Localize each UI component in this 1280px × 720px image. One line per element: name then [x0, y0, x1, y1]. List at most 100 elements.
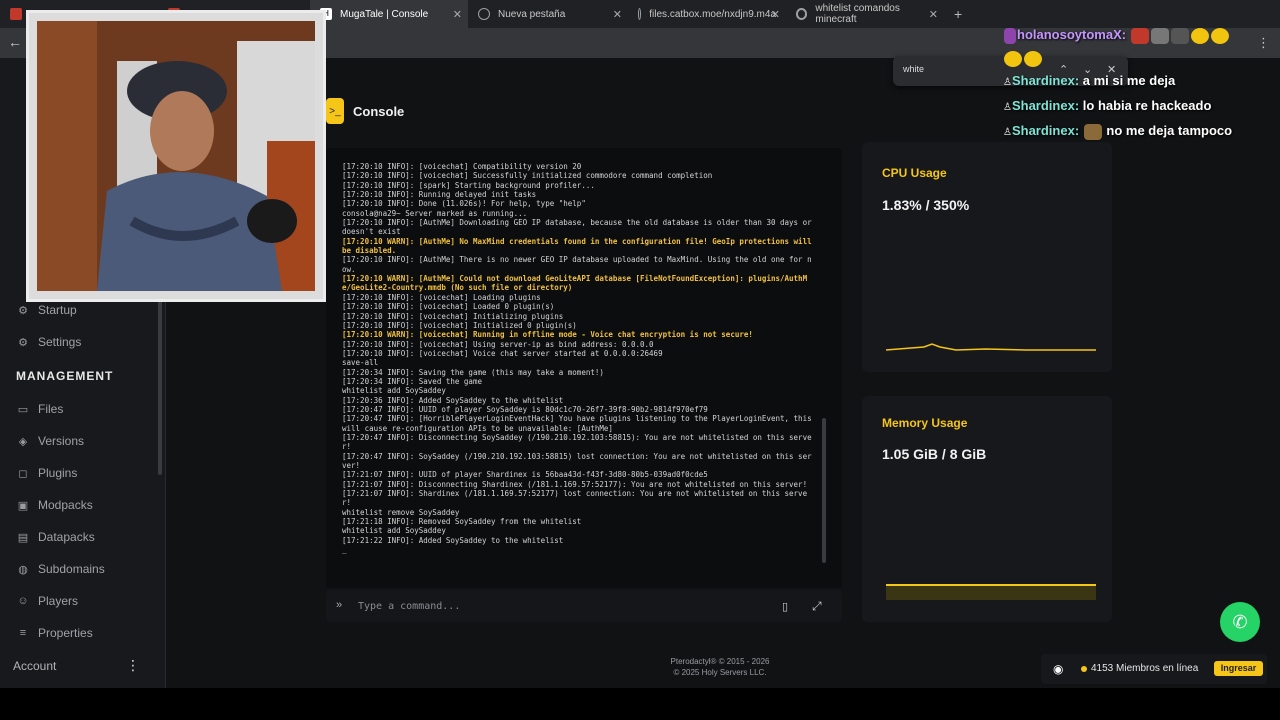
console-scrollbar[interactable]: [822, 418, 826, 563]
expand-icon[interactable]: ⤢: [812, 599, 822, 614]
emote-icon: [1210, 27, 1229, 44]
console-lines: [17:20:10 INFO]: [voicechat] Compatibili…: [342, 162, 816, 554]
console-line: [17:20:10 INFO]: [voicechat] Compatibili…: [342, 162, 582, 171]
discord-join-button[interactable]: Ingresar: [1214, 661, 1263, 676]
close-icon[interactable]: ✕: [771, 8, 780, 21]
command-input[interactable]: [358, 596, 758, 616]
console-line: [17:20:10 INFO]: [voicechat] Voice chat …: [342, 348, 663, 358]
chat-username: holanosoytomaX:: [1017, 27, 1127, 42]
console-line: [17:21:18 INFO]: Removed SoySaddey from …: [342, 517, 582, 527]
sidebar-item-players[interactable]: ☺ Players: [16, 591, 78, 611]
browser-tab[interactable]: files.catbox.moe/nxdjn9.m4a ✕: [628, 0, 786, 28]
chat-message: no me deja tampoco: [1106, 123, 1233, 138]
cpu-usage-card: CPU Usage 1.83% / 350%: [862, 142, 1112, 372]
tab-label: files.catbox.moe/nxdjn9.m4a: [649, 8, 776, 20]
console-line: consola@na29~ Server marked as running..…: [342, 208, 528, 218]
google-icon: [796, 8, 808, 20]
webcam-overlay: [26, 10, 326, 302]
memory-usage-graph: [886, 584, 1096, 600]
datapack-icon: ▤: [17, 531, 29, 544]
chat-username: Shardinex:: [1011, 98, 1080, 113]
sidebar-item-startup[interactable]: ⚙ Startup: [16, 300, 77, 320]
sidebar-item-label: Players: [38, 594, 79, 608]
webcam-feed: [37, 21, 315, 291]
sidebar-item-subdomains[interactable]: ◍ Subdomains: [16, 559, 105, 579]
properties-icon: ≡: [19, 627, 27, 639]
emote-icon: [1170, 27, 1189, 44]
console-line: [17:20:10 INFO]: [voicechat] Initializin…: [342, 311, 564, 321]
folder-icon: ▭: [17, 403, 29, 416]
sidebar-item-datapacks[interactable]: ▤ Datapacks: [16, 527, 95, 547]
sidebar-item-label: Startup: [38, 303, 77, 317]
settings-icon: ⚙: [18, 336, 28, 349]
console-line: [17:21:07 INFO]: UUID of player Shardine…: [342, 470, 708, 480]
footer-line: Pterodactyl® © 2015 - 2026: [670, 657, 770, 666]
console-line: [17:20:10 WARN]: [AuthMe] No MaxMind cre…: [342, 236, 817, 256]
console-line: [17:20:10 INFO]: Done (11.026s)! For hel…: [342, 199, 586, 209]
console-line: [17:20:10 INFO]: [voicechat] Loaded 0 pl…: [342, 302, 555, 312]
command-bar: » ▯ ⤢: [326, 590, 842, 622]
console-line: save-all: [342, 358, 379, 368]
bottom-bar: [0, 688, 1280, 720]
chat-line: [1003, 8, 1280, 23]
console-line: [17:20:47 INFO]: SoySaddey (/190.210.192…: [342, 451, 812, 470]
modpack-icon: ▣: [17, 499, 29, 512]
user-icon: ♙: [1003, 102, 1012, 113]
badge-icon: [1004, 27, 1016, 44]
account-menu-icon[interactable]: ⋮: [126, 657, 140, 674]
sidebar-item-label: Modpacks: [38, 498, 93, 512]
console-line: [17:21:07 INFO]: Disconnecting Shardinex…: [342, 479, 808, 489]
console-line: whitelist add SoySaddey: [342, 386, 446, 396]
globe-icon: [638, 8, 642, 20]
console-line: [17:20:10 INFO]: [AuthMe] There is no ne…: [342, 255, 812, 274]
browser-tab-active[interactable]: H MugaTale | Console ✕: [310, 0, 468, 28]
console-line: whitelist remove SoySaddey: [342, 507, 460, 517]
sidebar-item-label: Properties: [38, 626, 93, 640]
sidebar-item-files[interactable]: ▭ Files: [16, 399, 64, 419]
terminal-icon: >_: [326, 98, 344, 124]
startup-icon: ⚙: [18, 304, 28, 317]
whatsapp-icon[interactable]: ✆: [1220, 602, 1260, 642]
console-header: >_ Console: [326, 98, 404, 124]
players-icon: ☺: [17, 595, 29, 607]
versions-icon: ◈: [18, 435, 28, 448]
chrome-icon: [478, 8, 490, 20]
sidebar-item-settings[interactable]: ⚙ Settings: [16, 332, 81, 352]
account-link[interactable]: Account: [13, 659, 56, 673]
sidebar-item-modpacks[interactable]: ▣ Modpacks: [16, 495, 93, 515]
memory-usage-title: Memory Usage: [882, 416, 968, 430]
chat-line: ♙Shardinex: no me deja tampoco: [1003, 119, 1280, 144]
back-arrow-icon[interactable]: ←: [8, 34, 22, 50]
cpu-usage-title: CPU Usage: [882, 166, 947, 180]
sidebar-scrollbar[interactable]: [158, 300, 162, 475]
sidebar-item-plugins[interactable]: ◻ Plugins: [16, 463, 77, 483]
console-line: [17:20:10 INFO]: [voicechat] Successfull…: [342, 171, 713, 181]
console-output[interactable]: [17:20:10 INFO]: [voicechat] Compatibili…: [326, 148, 842, 588]
sidebar-item-versions[interactable]: ◈ Versions: [16, 431, 84, 451]
clipboard-icon[interactable]: ▯: [782, 600, 788, 613]
browser-tab[interactable]: whitelist comandos minecraft ✕: [786, 0, 944, 28]
tab-label: whitelist comandos minecraft: [815, 3, 900, 25]
red-icon: [10, 8, 22, 20]
emote-icon: [1024, 50, 1042, 67]
footer: Pterodactyl® © 2015 - 2026 © 2025 Holy S…: [600, 656, 840, 678]
chat-username: Shardinex:: [1011, 73, 1080, 88]
user-icon: ♙: [1003, 127, 1012, 138]
sidebar-item-properties[interactable]: ≡ Properties: [16, 623, 93, 643]
new-tab-button[interactable]: +: [944, 6, 972, 22]
close-icon[interactable]: ✕: [453, 8, 462, 21]
chat-line: [1003, 46, 1280, 69]
console-line: [17:20:34 INFO]: Saved the game: [342, 376, 482, 386]
sidebar-item-label: Files: [38, 402, 64, 416]
emote-icon: [1083, 123, 1102, 140]
console-line: [17:20:47 INFO]: [HorriblePlayerLoginEve…: [342, 414, 817, 433]
console-line: [17:20:10 INFO]: Running delayed init ta…: [342, 190, 537, 200]
emote-icon: [1130, 27, 1149, 44]
browser-tab[interactable]: Nueva pestaña ✕: [468, 0, 628, 28]
close-icon[interactable]: ✕: [929, 8, 938, 21]
close-icon[interactable]: ✕: [613, 8, 622, 21]
footer-line: © 2025 Holy Servers LLC.: [673, 668, 767, 677]
console-line: [17:20:10 INFO]: [voicechat] Using serve…: [342, 339, 654, 349]
sidebar-item-label: Settings: [38, 335, 82, 349]
sidebar-item-label: Subdomains: [38, 562, 105, 576]
